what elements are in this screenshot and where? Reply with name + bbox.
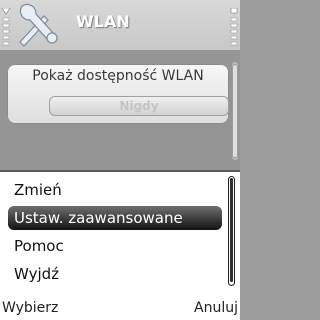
tools-icon bbox=[19, 3, 58, 47]
settings-list: Pokaż dostępność WLAN Nigdy bbox=[0, 50, 240, 170]
setting-value: Nigdy bbox=[49, 96, 229, 116]
menu-item-exit[interactable]: Wyjdź bbox=[8, 262, 222, 286]
menu-scrollbar-thumb[interactable] bbox=[230, 178, 233, 282]
content-scrollbar-thumb[interactable] bbox=[232, 64, 238, 158]
left-softkey-select[interactable]: Wybierz bbox=[2, 300, 58, 316]
menu-item-advanced-settings[interactable]: Ustaw. zaawansowane bbox=[8, 206, 222, 230]
app-title: WLAN bbox=[76, 12, 130, 31]
setting-item-wlan-availability[interactable]: Pokaż dostępność WLAN Nigdy bbox=[7, 64, 229, 124]
title-bar: WLAN bbox=[0, 0, 240, 50]
battery-icon bbox=[230, 8, 238, 46]
setting-label: Pokaż dostępność WLAN bbox=[32, 68, 204, 84]
right-softkey-cancel[interactable]: Anuluj bbox=[194, 300, 238, 316]
options-menu: Zmień Ustaw. zaawansowane Pomoc Wyjdź bbox=[0, 170, 240, 298]
menu-item-help[interactable]: Pomoc bbox=[8, 234, 222, 258]
softkey-bar: Wybierz Anuluj bbox=[0, 296, 240, 320]
menu-item-change[interactable]: Zmień bbox=[8, 178, 222, 202]
signal-strength-icon bbox=[2, 8, 10, 46]
